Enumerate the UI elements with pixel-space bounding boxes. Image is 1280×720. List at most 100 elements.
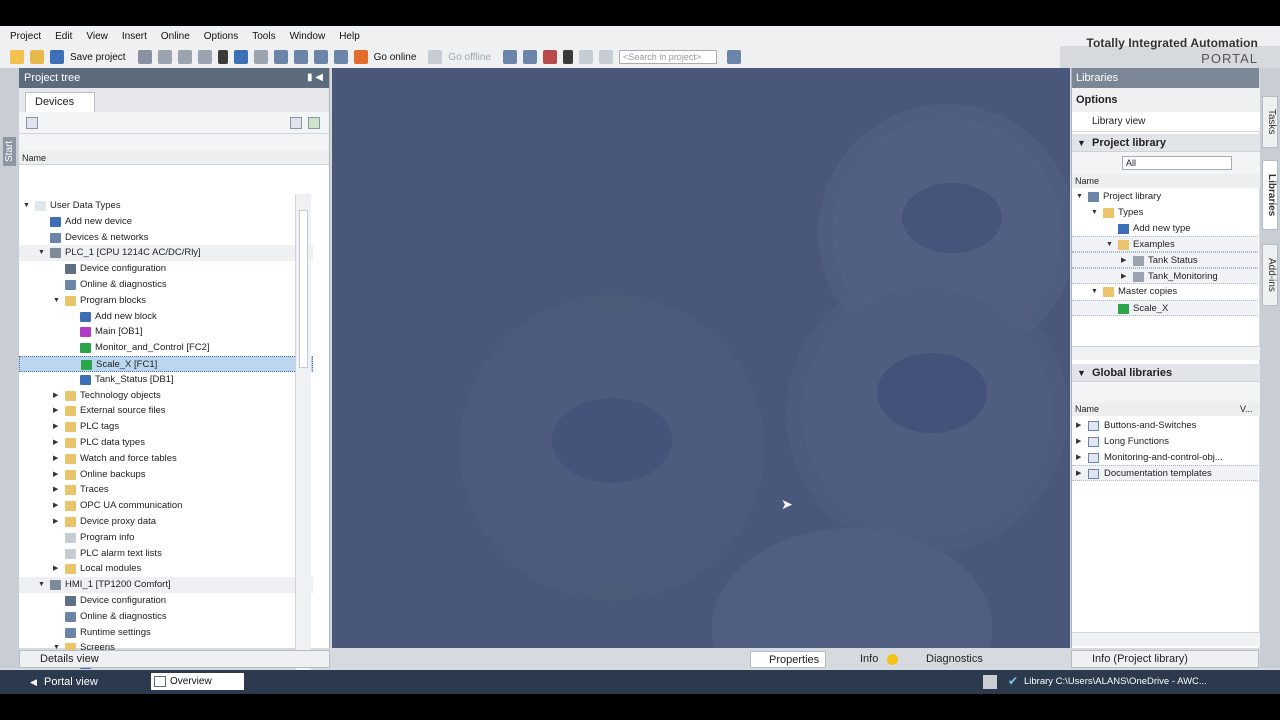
libraries-vertical-tab[interactable]: Libraries (1262, 160, 1278, 230)
expand-right-icon[interactable]: ▶ (1121, 253, 1126, 269)
column-header-name[interactable]: Name (19, 151, 329, 165)
menu-item-project[interactable]: Project (10, 31, 41, 42)
start-vertical-tab[interactable]: Start (3, 136, 16, 166)
global-library-item[interactable]: ▶ Buttons-and-Switches (1072, 418, 1258, 434)
tree-item[interactable]: ▼ Program blocks (19, 293, 313, 309)
tab-info[interactable]: Info (842, 651, 904, 668)
go-offline-button[interactable]: Go offline (448, 52, 491, 63)
tree-item[interactable]: ▶ PLC tags (19, 419, 313, 435)
tree-item[interactable]: ▼ User Data Types (19, 198, 313, 214)
expand-right-icon[interactable]: ▶ (53, 403, 61, 419)
go-online-button[interactable]: Go online (374, 52, 417, 63)
expand-right-icon[interactable]: ▶ (53, 435, 61, 451)
menu-item-edit[interactable]: Edit (55, 31, 72, 42)
upload-icon[interactable] (313, 50, 328, 64)
delete-icon[interactable] (217, 50, 228, 64)
new-project-icon[interactable] (10, 50, 24, 64)
library-item[interactable]: ▼ Master copies (1072, 284, 1258, 300)
tree-item[interactable]: Add new device (19, 214, 313, 230)
portal-view-button[interactable]: ◀ Portal view (30, 674, 98, 690)
tree-item[interactable]: Device configuration (19, 593, 313, 609)
expand-right-icon[interactable]: ▶ (1076, 466, 1081, 482)
expand-down-icon[interactable]: ▼ (1091, 205, 1098, 221)
collapse-panel-icon[interactable]: ▮ ◀ (307, 68, 323, 88)
library-item[interactable]: ▼ Project library (1072, 189, 1258, 205)
expand-right-icon[interactable]: ▶ (53, 561, 61, 577)
library-filter-select[interactable]: All (1122, 156, 1232, 170)
project-tree-scrollbar[interactable] (295, 194, 311, 674)
overview-tab[interactable]: Overview (151, 673, 244, 690)
tree-item[interactable]: Add new block (19, 309, 313, 325)
compile-icon[interactable] (273, 50, 288, 64)
library-item[interactable]: Add new type (1072, 221, 1258, 237)
tree-item[interactable]: ▶ Watch and force tables (19, 451, 313, 467)
expand-right-icon[interactable]: ▶ (53, 419, 61, 435)
download-icon[interactable] (293, 50, 308, 64)
menu-item-window[interactable]: Window (290, 31, 326, 42)
library-item[interactable]: ▶ Tank_Monitoring (1072, 268, 1258, 284)
sync-icon[interactable] (308, 117, 320, 129)
scrollbar-thumb[interactable] (299, 210, 308, 368)
project-library-column-header[interactable]: Name (1072, 174, 1260, 188)
expand-right-icon[interactable]: ▶ (53, 388, 61, 404)
tree-view-icon[interactable] (290, 117, 302, 129)
expand-right-icon[interactable]: ▶ (1076, 450, 1081, 466)
expand-right-icon[interactable]: ▶ (53, 451, 61, 467)
go-online-icon[interactable] (353, 50, 368, 64)
tree-item[interactable]: ▶ Online backups (19, 467, 313, 483)
menu-item-tools[interactable]: Tools (252, 31, 275, 42)
global-libraries-hscrollbar[interactable] (1072, 632, 1260, 646)
tree-item[interactable]: Scale_X [FC1] (19, 356, 313, 372)
expand-right-icon[interactable]: ▶ (1076, 418, 1081, 434)
global-library-item[interactable]: ▶ Long Functions (1072, 434, 1258, 450)
expand-right-icon[interactable]: ▶ (53, 498, 61, 514)
device-overview-icon[interactable] (26, 117, 38, 129)
add-ins-vertical-tab[interactable]: Add-ins (1262, 244, 1278, 306)
open-project-icon[interactable] (30, 50, 44, 64)
library-item[interactable]: ▼ Examples (1072, 236, 1258, 253)
menu-item-help[interactable]: Help (339, 31, 360, 42)
tree-item[interactable]: ▶ External source files (19, 403, 313, 419)
expand-down-icon[interactable]: ▼ (1106, 237, 1113, 253)
simulation-icon[interactable] (333, 50, 348, 64)
tree-item[interactable]: PLC alarm text lists (19, 546, 313, 562)
undo-icon[interactable] (233, 50, 248, 64)
details-view-bar[interactable]: Details view (19, 650, 330, 668)
expand-down-icon[interactable]: ▼ (1091, 284, 1098, 300)
expand-down-icon[interactable]: ▼ (38, 577, 46, 593)
tree-item[interactable]: Main [OB1] (19, 324, 313, 340)
global-libraries-column-header[interactable]: Name V... (1072, 402, 1260, 416)
cut-icon[interactable] (157, 50, 172, 64)
save-icon[interactable] (50, 50, 64, 64)
paste-icon[interactable] (197, 50, 212, 64)
tree-item[interactable]: ▼ HMI_1 [TP1200 Comfort] (19, 577, 313, 594)
start-cpu-icon[interactable] (523, 50, 538, 64)
project-library-section[interactable]: ▼ Project library (1072, 134, 1260, 152)
keyboard-icon[interactable] (983, 675, 997, 689)
cross-reference-icon[interactable] (563, 50, 574, 64)
library-item[interactable]: Scale_X (1072, 299, 1258, 316)
menu-item-insert[interactable]: Insert (122, 31, 147, 42)
tree-item[interactable]: ▼ PLC_1 [CPU 1214C AC/DC/Rly] (19, 245, 313, 262)
tree-item[interactable]: ▶ Traces (19, 482, 313, 498)
tree-item[interactable]: ▶ Device proxy data (19, 514, 313, 530)
expand-down-icon[interactable]: ▼ (23, 198, 31, 214)
split-horizontal-icon[interactable] (579, 50, 594, 64)
tree-item[interactable]: ▶ OPC UA communication (19, 498, 313, 514)
project-library-hscrollbar[interactable] (1072, 346, 1260, 360)
redo-icon[interactable] (253, 50, 268, 64)
tree-item[interactable]: Monitor_and_Control [FC2] (19, 340, 313, 356)
expand-right-icon[interactable]: ▶ (53, 482, 61, 498)
tree-item[interactable]: Program info (19, 530, 313, 546)
tree-item[interactable]: Online & diagnostics (19, 609, 313, 625)
global-library-item[interactable]: ▶ Monitoring-and-control-obj... (1072, 450, 1258, 466)
stop-cpu-icon[interactable] (543, 50, 558, 64)
info-project-library-bar[interactable]: Info (Project library) (1071, 650, 1259, 668)
search-in-project-input[interactable]: <Search in project> (619, 50, 718, 64)
global-libraries-section[interactable]: ▼ Global libraries (1072, 364, 1260, 382)
tree-item[interactable]: Runtime settings (19, 625, 313, 641)
tree-item[interactable]: ▶ Local modules (19, 561, 313, 577)
expand-right-icon[interactable]: ▶ (1121, 269, 1126, 285)
library-view-button[interactable]: Library view (1072, 112, 1260, 132)
tree-item[interactable]: Online & diagnostics (19, 277, 313, 293)
